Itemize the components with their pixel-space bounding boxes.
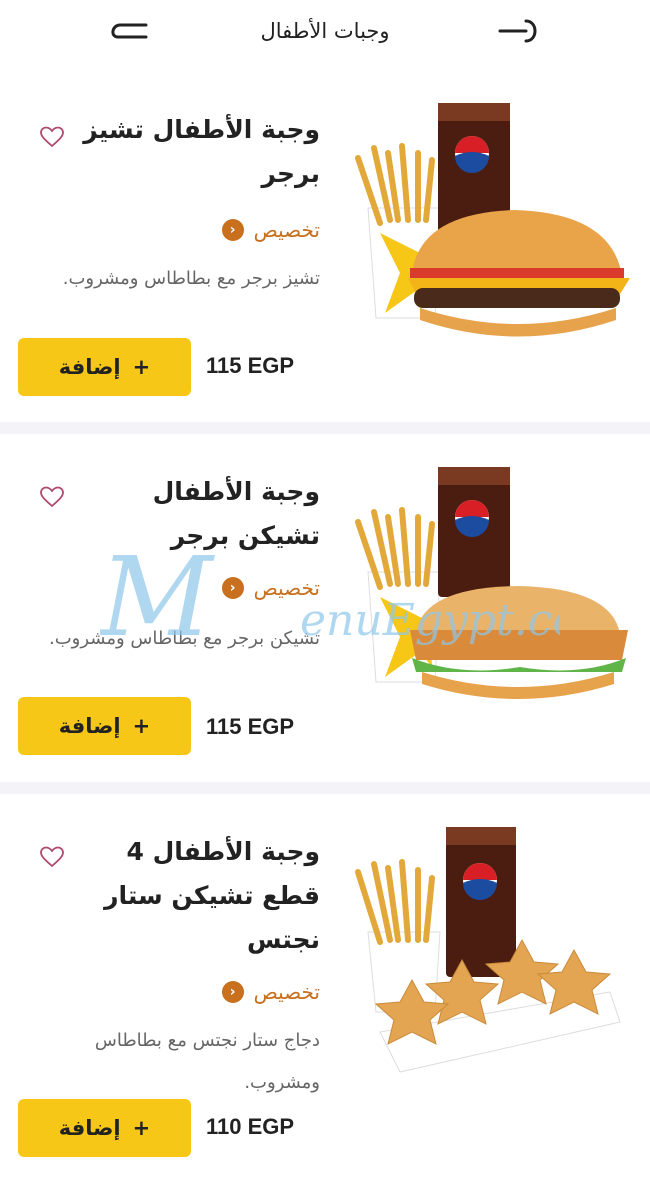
chevron-left-icon: ‹ — [221, 981, 244, 1003]
menu-item-card[interactable]: وجبة الأطفال تشيكن برجر تخصيص ‹ تشيكن بر… — [0, 434, 650, 782]
item-price: 115 EGP — [206, 714, 295, 739]
menu-item-card[interactable]: وجبة الأطفال 4 قطع تشيكن ستار نجتس تخصيص… — [0, 794, 650, 1190]
chevron-left-icon: ‹ — [221, 219, 244, 241]
plus-icon: + — [132, 714, 151, 738]
customize-link[interactable]: تخصيص ‹ — [221, 576, 320, 600]
item-description: تشيكن برجر مع بطاطاس ومشروب. — [49, 628, 320, 649]
customize-label: تخصيص — [253, 980, 320, 1004]
page-title: وجبات الأطفال — [260, 19, 390, 43]
item-description: دجاج ستار نجتس مع بطاطاس ومشروب. — [94, 1030, 320, 1093]
item-title: وجبة الأطفال تشيز برجر — [83, 115, 320, 188]
add-label: إضافة — [58, 714, 121, 738]
add-label: إضافة — [58, 1116, 121, 1140]
meal-image — [355, 103, 630, 337]
customize-link[interactable]: تخصيص ‹ — [221, 218, 320, 242]
customize-label: تخصيص — [253, 218, 320, 242]
item-description: تشيز برجر مع بطاطاس ومشروب. — [62, 268, 320, 289]
customize-link[interactable]: تخصيص ‹ — [221, 980, 320, 1004]
add-label: إضافة — [58, 355, 121, 379]
meal-image — [355, 827, 621, 1073]
heart-icon[interactable] — [40, 126, 64, 148]
item-price: 110 EGP — [206, 1114, 295, 1139]
menu-item-card[interactable]: وجبة الأطفال تشيز برجر تخصيص ‹ تشيز برجر… — [0, 62, 650, 422]
search-icon[interactable] — [498, 17, 542, 45]
top-bar: وجبات الأطفال — [0, 0, 650, 62]
meal-image — [355, 467, 628, 699]
customize-label: تخصيص — [253, 576, 320, 600]
back-arrow-icon[interactable] — [104, 17, 148, 45]
chevron-left-icon: ‹ — [221, 577, 244, 599]
add-button[interactable]: + إضافة — [18, 338, 191, 396]
item-title: وجبة الأطفال تشيكن برجر — [152, 477, 320, 550]
add-button[interactable]: + إضافة — [18, 697, 191, 755]
plus-icon: + — [132, 355, 151, 379]
heart-icon[interactable] — [40, 486, 64, 508]
plus-icon: + — [132, 1116, 151, 1140]
item-title: وجبة الأطفال 4 قطع تشيكن ستار نجتس — [104, 837, 320, 954]
add-button[interactable]: + إضافة — [18, 1099, 191, 1157]
item-price: 115 EGP — [206, 353, 295, 378]
heart-icon[interactable] — [40, 846, 64, 868]
